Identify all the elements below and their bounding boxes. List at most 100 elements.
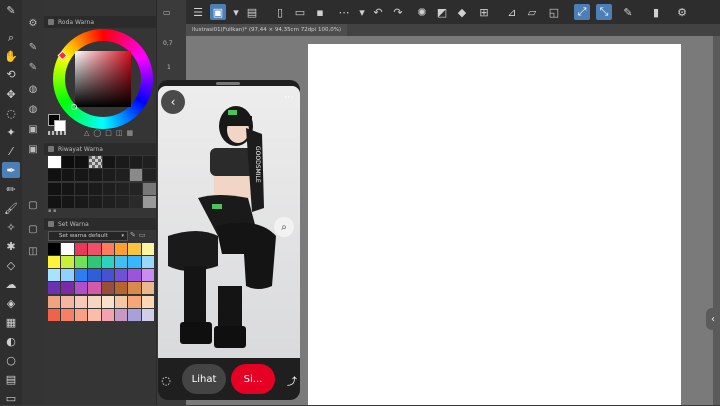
settings-icon[interactable]: ⚙	[674, 4, 690, 20]
color-swatch[interactable]	[61, 295, 74, 308]
history-swatch[interactable]	[61, 195, 75, 208]
history-dropdown-icon[interactable]: ▾	[354, 4, 370, 20]
sub-tool-settings-icon[interactable]: ⚙	[25, 16, 41, 31]
history-swatch[interactable]	[102, 182, 116, 195]
color-swatch[interactable]	[114, 308, 128, 321]
color-swatch[interactable]	[128, 256, 141, 269]
pencil-icon[interactable]: ✏	[2, 181, 20, 197]
history-swatch[interactable]	[143, 182, 156, 195]
color-swatch[interactable]	[88, 295, 101, 308]
sub-pen-d-icon[interactable]: ◍	[25, 102, 41, 117]
color-swatch[interactable]	[74, 282, 88, 295]
color-swatch[interactable]	[61, 243, 74, 255]
history-swatch[interactable]	[102, 156, 116, 168]
color-swatch[interactable]	[141, 243, 154, 255]
history-swatch[interactable]	[129, 195, 143, 208]
airbrush-icon[interactable]: ✧	[2, 219, 20, 235]
frame-icon[interactable]: ▤	[2, 371, 20, 387]
undo-icon[interactable]: ↶	[370, 4, 386, 20]
visual-search-icon[interactable]: ⌕	[274, 217, 294, 237]
history-swatch[interactable]	[143, 169, 156, 182]
ellipse-icon[interactable]: ○	[2, 352, 20, 368]
history-swatch[interactable]	[129, 156, 143, 168]
eraser-icon[interactable]: ◇	[2, 257, 20, 273]
color-swatch[interactable]	[48, 243, 61, 255]
color-picker-handle[interactable]	[71, 104, 77, 110]
color-swatch[interactable]	[141, 295, 154, 308]
pen-shortcut-icon[interactable]: ✎	[2, 2, 20, 18]
transform-icon[interactable]: ◩	[434, 4, 450, 20]
color-swatch[interactable]	[48, 269, 61, 282]
open-icon[interactable]: ▭	[292, 4, 308, 20]
stabilizer-b-icon[interactable]: ⤡	[596, 4, 612, 20]
history-swatch[interactable]	[143, 195, 156, 208]
color-history-grid[interactable]	[48, 156, 156, 208]
history-scrollbar[interactable]: ▪ ▪	[48, 208, 152, 214]
color-swatch[interactable]	[88, 282, 101, 295]
ruler-a-icon[interactable]: ⊿	[504, 4, 520, 20]
history-swatch[interactable]	[48, 195, 61, 208]
save-button[interactable]: Si...	[231, 364, 275, 394]
figure-icon[interactable]: ◐	[2, 333, 20, 349]
history-swatch[interactable]	[61, 182, 75, 195]
move-icon[interactable]: ✥	[2, 86, 20, 102]
color-swatch[interactable]	[61, 308, 74, 321]
right-scrollbar[interactable]	[713, 36, 720, 405]
color-swatch[interactable]	[88, 308, 101, 321]
blend-icon[interactable]: ☁	[2, 276, 20, 292]
color-swatch[interactable]	[61, 256, 74, 269]
color-swatch[interactable]	[74, 243, 88, 255]
color-swatch[interactable]	[114, 295, 128, 308]
color-swatch[interactable]	[48, 282, 61, 295]
sub-pen-a-icon[interactable]: ✎	[25, 40, 41, 55]
color-swatch[interactable]	[61, 269, 74, 282]
stabilizer-a-icon[interactable]: ⤢	[574, 4, 590, 20]
decoration-icon[interactable]: ✱	[2, 238, 20, 254]
crop-icon[interactable]: ⊞	[476, 4, 492, 20]
color-swatch[interactable]	[88, 256, 101, 269]
sub-pen-f-icon[interactable]: ▣	[25, 142, 41, 157]
color-swatch[interactable]	[114, 269, 128, 282]
document-tab[interactable]: Ilustrasi01(Fullkan)* (97,44 × 94,35cm 7…	[186, 24, 348, 36]
color-swatch[interactable]	[74, 269, 88, 282]
history-swatch[interactable]	[75, 156, 88, 168]
history-swatch[interactable]	[75, 195, 88, 208]
color-swatch[interactable]	[114, 243, 128, 255]
color-swatch[interactable]	[128, 295, 141, 308]
history-swatch[interactable]	[61, 169, 75, 182]
color-swatch[interactable]	[101, 256, 114, 269]
color-swatch[interactable]	[101, 308, 114, 321]
color-swatch[interactable]	[141, 308, 154, 321]
drawing-canvas[interactable]	[308, 44, 681, 405]
fill-selection-icon[interactable]: ◆	[454, 4, 470, 20]
history-swatch[interactable]	[48, 156, 61, 168]
share-icon[interactable]: ⤴	[284, 372, 300, 388]
color-set-menu-icons[interactable]: ✎▭	[130, 231, 148, 239]
color-swatch[interactable]	[88, 269, 101, 282]
color-swatch[interactable]	[48, 308, 61, 321]
history-swatch[interactable]	[75, 169, 88, 182]
history-swatch[interactable]	[88, 169, 102, 182]
history-swatch[interactable]	[48, 169, 61, 182]
sub-pen-b-icon[interactable]: ✎	[25, 60, 41, 75]
color-swatch[interactable]	[114, 282, 128, 295]
history-swatch[interactable]	[116, 182, 129, 195]
layout-icon[interactable]: ▤	[244, 4, 260, 20]
color-mode-icons[interactable]: △◯□◫▦	[84, 129, 137, 137]
history-swatch[interactable]	[143, 156, 156, 168]
zoom-icon[interactable]: ⌕	[2, 30, 20, 46]
rotate-icon[interactable]: ⟲	[2, 66, 20, 82]
color-swatch[interactable]	[48, 256, 61, 269]
ruler-b-icon[interactable]: ▱	[524, 4, 540, 20]
magic-wand-icon[interactable]: ✦	[2, 124, 20, 140]
saturation-value-square[interactable]	[75, 51, 131, 107]
color-swatch[interactable]	[101, 269, 114, 282]
color-swatch[interactable]	[88, 243, 101, 255]
color-swatch[interactable]	[128, 282, 141, 295]
history-swatch[interactable]	[116, 169, 129, 182]
eyedropper-icon[interactable]: ⁄	[2, 143, 20, 159]
color-swatch[interactable]	[61, 282, 74, 295]
drag-handle[interactable]	[216, 82, 240, 85]
color-swatch[interactable]	[141, 256, 154, 269]
color-swatch[interactable]	[141, 269, 154, 282]
